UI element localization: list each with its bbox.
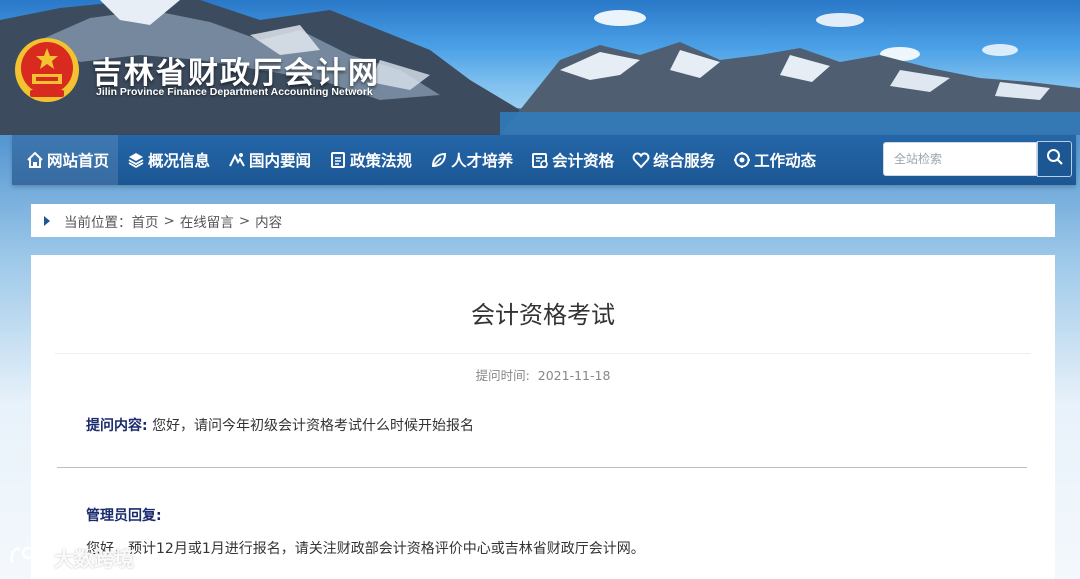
breadcrumb-prefix: 当前位置： (64, 214, 132, 231)
nav-item-label: 人才培养 (451, 152, 514, 170)
watermark-logo-icon (8, 543, 54, 572)
breadcrumb-home-link[interactable]: 首页 (132, 211, 159, 231)
certificate-icon (531, 151, 549, 169)
search-icon (1046, 148, 1064, 170)
search-input[interactable] (883, 142, 1037, 176)
ask-time-value: 2021-11-18 (537, 368, 611, 383)
search-button[interactable] (1037, 141, 1072, 177)
qa-divider (57, 467, 1027, 468)
nav-item-work-news[interactable]: 工作动态 (724, 135, 825, 185)
news-icon (228, 151, 246, 169)
nav-item-qualification[interactable]: 会计资格 (522, 135, 623, 185)
ask-time: 提问时间: 2021-11-18 (31, 365, 1055, 384)
reply-text: 您好，预计12月或1月进行报名，请关注财政部会计资格评价中心或吉林省财政厅会计网… (86, 541, 645, 557)
breadcrumb-current: 内容 (255, 214, 283, 231)
nav-item-overview[interactable]: 概况信息 (118, 135, 219, 185)
breadcrumb-separator: > (163, 212, 175, 229)
national-emblem-icon (12, 34, 82, 106)
main-nav: 网站首页 概况信息 国内要闻 政策法规 人才培养 会计资格 综合服务 工作动态 … (12, 135, 1076, 185)
header-banner: 吉林省财政厅会计网 Jilin Province Finance Departm… (0, 0, 1080, 135)
nav-item-services[interactable]: 综合服务 (623, 135, 724, 185)
nav-item-domestic-news[interactable]: 国内要闻 (219, 135, 320, 185)
nav-item-talent[interactable]: 人才培养 (421, 135, 522, 185)
question-block: 提问内容: 您好，请问今年初级会计资格考试什么时候开始报名 (86, 415, 474, 435)
heart-icon (632, 151, 650, 169)
watermark: 大数跨境 (8, 543, 134, 572)
title-divider (55, 353, 1031, 354)
reply-label: 管理员回复: (86, 508, 162, 524)
nav-item-label: 概况信息 (148, 152, 211, 170)
page-title: 会计资格考试 (471, 301, 615, 329)
nav-item-label: 国内要闻 (249, 152, 312, 170)
breadcrumb-arrow-icon (44, 215, 50, 226)
gear-icon (733, 151, 751, 169)
layers-icon (127, 151, 145, 169)
watermark-text: 大数跨境 (54, 547, 134, 571)
ask-time-label: 提问时间: (475, 368, 530, 383)
leaf-icon (430, 151, 448, 169)
question-label: 提问内容: (86, 418, 148, 434)
question-text: 您好，请问今年初级会计资格考试什么时候开始报名 (152, 418, 475, 434)
nav-item-label: 会计资格 (552, 152, 615, 170)
breadcrumb: 当前位置： 首页 > 在线留言 > 内容 (31, 204, 1055, 237)
content-card: 会计资格考试 提问时间: 2021-11-18 提问内容: 您好，请问今年初级会计… (31, 255, 1055, 579)
nav-item-label: 综合服务 (653, 152, 716, 170)
nav-item-home[interactable]: 网站首页 (12, 135, 119, 185)
home-icon (26, 151, 44, 169)
nav-item-policy[interactable]: 政策法规 (320, 135, 421, 185)
nav-item-label: 网站首页 (47, 152, 110, 170)
nav-item-label: 工作动态 (754, 152, 817, 170)
breadcrumb-separator: > (238, 212, 251, 229)
breadcrumb-message-link[interactable]: 在线留言 (180, 211, 234, 231)
site-subtitle: Jilin Province Finance Department Accoun… (96, 86, 373, 98)
document-icon (329, 151, 347, 169)
nav-item-label: 政策法规 (350, 152, 413, 170)
